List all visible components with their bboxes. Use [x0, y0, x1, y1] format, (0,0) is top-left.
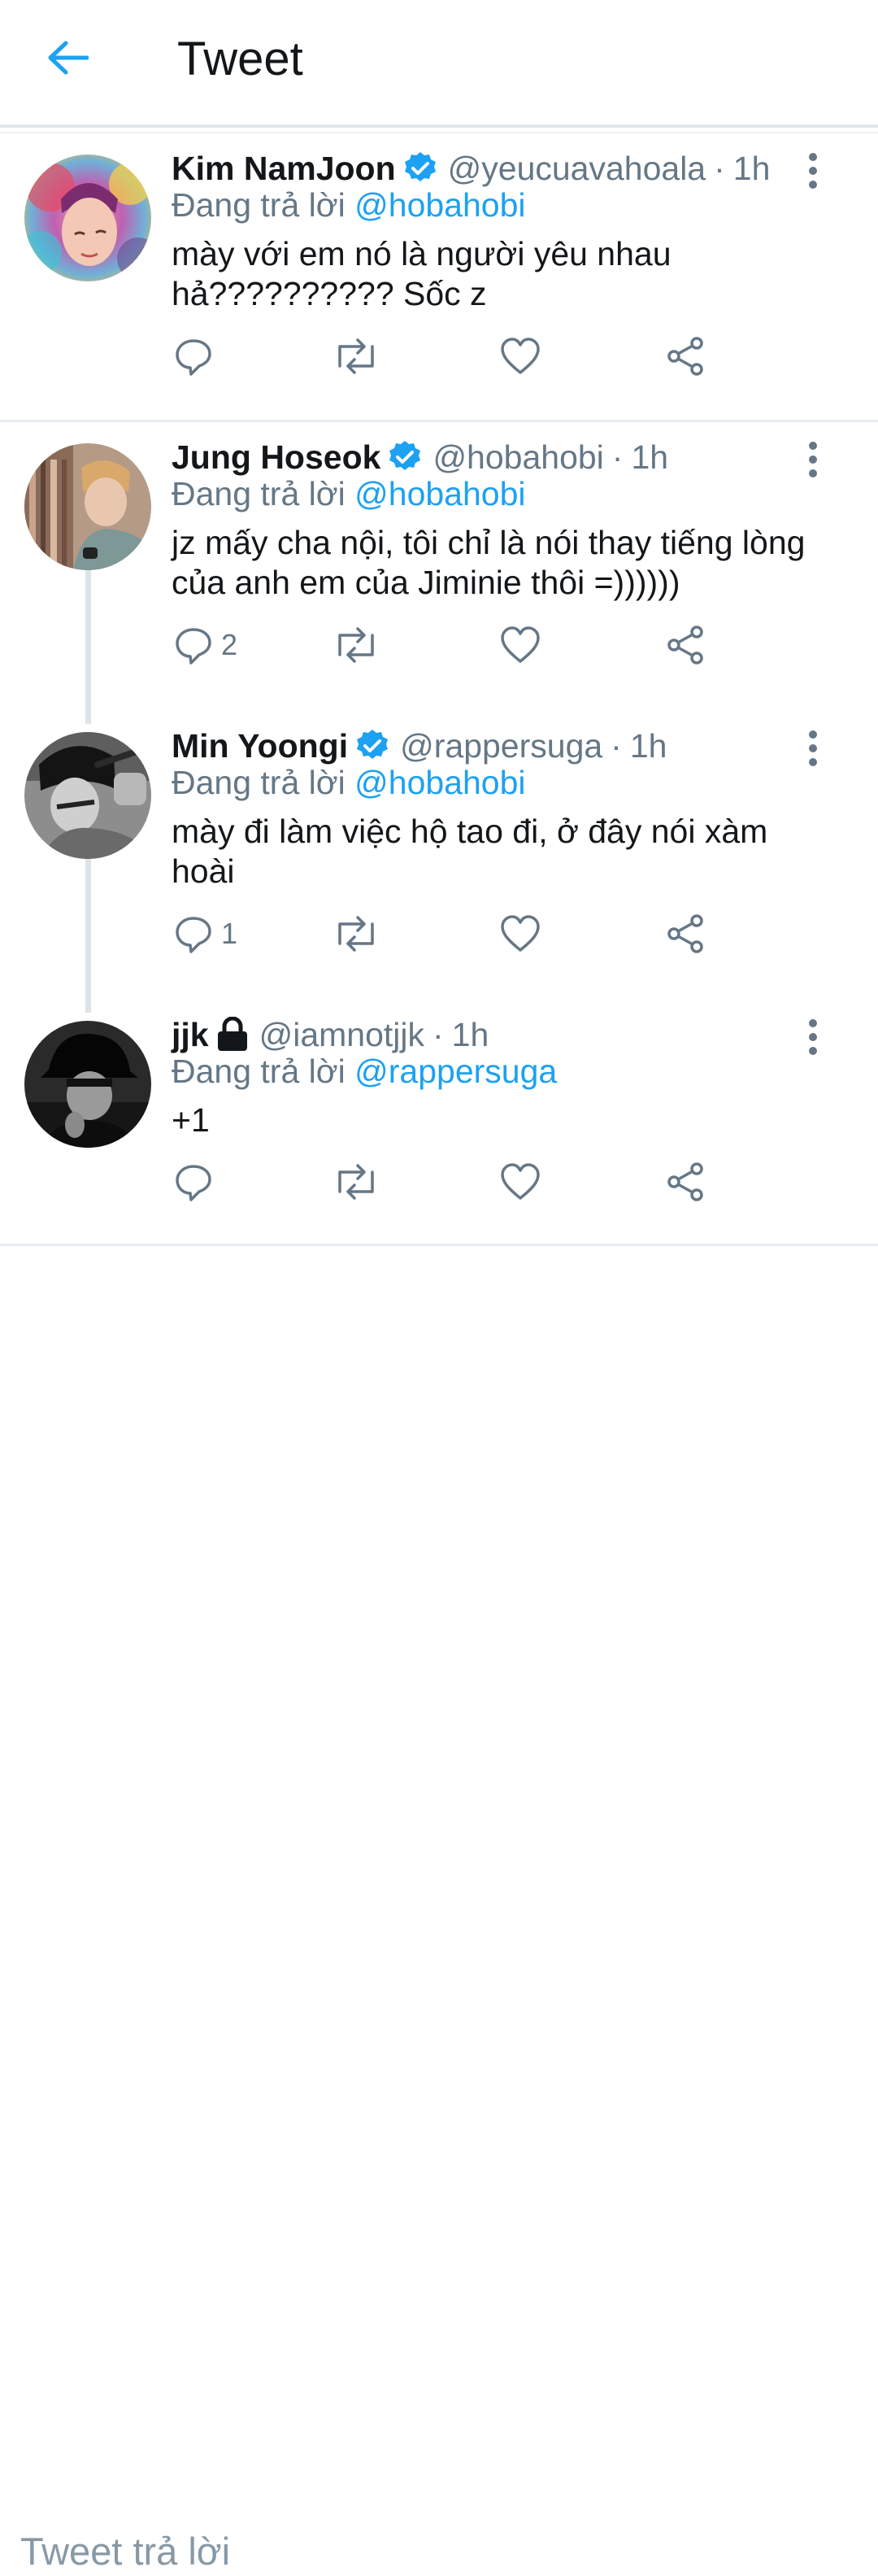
reply-input[interactable]: Tweet trả lời: [20, 2527, 230, 2576]
tweet-text: mày với em nó là người yêu nhau hả??????…: [172, 235, 672, 312]
separator-dot: ·: [432, 1016, 444, 1053]
share-icon: [667, 1162, 703, 1201]
arrow-left-icon: [48, 41, 89, 75]
tweet-text: +1: [172, 1101, 210, 1139]
mention-link[interactable]: @hobahobi: [354, 186, 525, 224]
retweet-button[interactable]: [333, 622, 379, 668]
reply-count: 2: [221, 628, 238, 661]
replying-to-label: Đang trả lời: [172, 186, 346, 224]
tweet-kim-namjoon[interactable]: Kim NamJoon @yeucuavahoala · 1h Đang trả…: [0, 133, 878, 420]
verified-badge-icon: [387, 439, 423, 475]
heart-icon: [501, 626, 540, 663]
tweet-header: jjk @iamnotjjk · 1h: [172, 1014, 489, 1055]
avatar[interactable]: [24, 155, 151, 281]
separator-dot: ·: [611, 438, 624, 476]
mention-link[interactable]: @rappersuga: [354, 1053, 557, 1090]
share-icon: [667, 625, 703, 665]
avatar[interactable]: [24, 1021, 151, 1148]
more-vertical-icon: [809, 153, 817, 189]
reply-icon: [176, 917, 211, 953]
more-vertical-icon: [809, 730, 817, 766]
share-button[interactable]: [665, 1159, 706, 1205]
reply-button[interactable]: 2: [174, 622, 237, 668]
verified-badge-icon: [402, 150, 438, 186]
tweet-jung-hoseok[interactable]: Jung Hoseok @hobahobi · 1h Đang trả lời …: [0, 422, 878, 708]
tweet-text: jz mấy cha nội, tôi chỉ là nói thay tiến…: [172, 524, 806, 601]
retweet-button[interactable]: [333, 1159, 379, 1205]
share-icon: [667, 914, 703, 953]
more-vertical-icon: [809, 442, 817, 477]
heart-icon: [501, 915, 540, 952]
replying-to: Đang trả lời @hobahobi: [172, 473, 526, 514]
user-handle[interactable]: @hobahobi: [432, 437, 603, 477]
reply-button[interactable]: [174, 1159, 221, 1205]
user-handle[interactable]: @rappersuga: [400, 726, 602, 766]
display-name[interactable]: Min Yoongi: [172, 726, 348, 766]
mention-link[interactable]: @hobahobi: [354, 764, 525, 801]
avatar[interactable]: [24, 732, 151, 859]
retweet-icon: [338, 1164, 374, 1200]
user-handle[interactable]: @iamnotjjk: [259, 1014, 424, 1055]
reply-icon: [176, 339, 211, 376]
timestamp[interactable]: 1h: [631, 437, 668, 477]
like-button[interactable]: [500, 911, 541, 957]
retweet-button[interactable]: [333, 333, 379, 379]
tweet-jjk[interactable]: jjk @iamnotjjk · 1h Đang trả lời @rapper…: [0, 1000, 878, 1244]
reply-composer[interactable]: Tweet trả lời: [0, 1246, 878, 2573]
replying-to-label: Đang trả lời: [172, 475, 346, 512]
share-button[interactable]: [665, 333, 706, 379]
share-button[interactable]: [665, 911, 706, 957]
retweet-icon: [338, 627, 374, 663]
avatar[interactable]: [24, 443, 151, 570]
display-name[interactable]: Kim NamJoon: [172, 148, 396, 189]
tweet-header: Jung Hoseok @hobahobi · 1h: [172, 437, 668, 477]
retweet-button[interactable]: [333, 911, 379, 957]
more-options-button[interactable]: [797, 437, 829, 482]
reply-icon: [176, 1165, 211, 1201]
timestamp[interactable]: 1h: [452, 1014, 489, 1055]
more-vertical-icon: [809, 1019, 817, 1055]
tweet-min-yoongi[interactable]: Min Yoongi @rappersuga · 1h Đang trả lời…: [0, 711, 878, 997]
share-button[interactable]: [665, 622, 706, 668]
display-name[interactable]: jjk: [172, 1014, 209, 1055]
like-button[interactable]: [500, 333, 541, 379]
tweet-header: Min Yoongi @rappersuga · 1h: [172, 726, 667, 766]
separator-dot: ·: [611, 727, 622, 765]
replying-to-label: Đang trả lời: [172, 1053, 346, 1090]
separator-dot: ·: [714, 150, 725, 187]
reply-button[interactable]: [174, 333, 221, 379]
more-options-button[interactable]: [797, 1014, 829, 1060]
replying-to: Đang trả lời @hobahobi: [172, 185, 526, 225]
timestamp[interactable]: 1h: [733, 148, 771, 189]
replying-to: Đang trả lời @rappersuga: [172, 1051, 557, 1092]
mention-link[interactable]: @hobahobi: [354, 475, 525, 512]
share-icon: [667, 337, 703, 376]
tweet-text: mày đi làm việc hộ tao đi, ở đây nói xàm…: [172, 813, 768, 890]
like-button[interactable]: [500, 622, 541, 668]
retweet-icon: [338, 338, 374, 374]
heart-icon: [501, 338, 540, 374]
header-divider: [0, 124, 878, 128]
back-button[interactable]: [42, 33, 93, 83]
page-title: Tweet: [177, 33, 303, 85]
verified-badge-icon: [354, 728, 390, 764]
replying-to: Đang trả lời @hobahobi: [172, 762, 526, 803]
reply-icon: [176, 628, 211, 665]
replying-to-label: Đang trả lời: [172, 764, 346, 801]
tweet-header: Kim NamJoon @yeucuavahoala · 1h: [172, 148, 770, 189]
user-handle[interactable]: @yeucuavahoala: [448, 148, 706, 189]
reply-count: 1: [221, 917, 238, 950]
display-name[interactable]: Jung Hoseok: [172, 437, 380, 477]
top-app-bar: Tweet: [0, 0, 878, 125]
retweet-icon: [338, 916, 374, 952]
like-button[interactable]: [500, 1159, 541, 1205]
more-options-button[interactable]: [797, 726, 829, 771]
reply-button[interactable]: 1: [174, 911, 237, 957]
lock-icon: [215, 1017, 250, 1053]
timestamp[interactable]: 1h: [630, 726, 667, 766]
heart-icon: [501, 1163, 540, 1200]
more-options-button[interactable]: [797, 148, 829, 194]
